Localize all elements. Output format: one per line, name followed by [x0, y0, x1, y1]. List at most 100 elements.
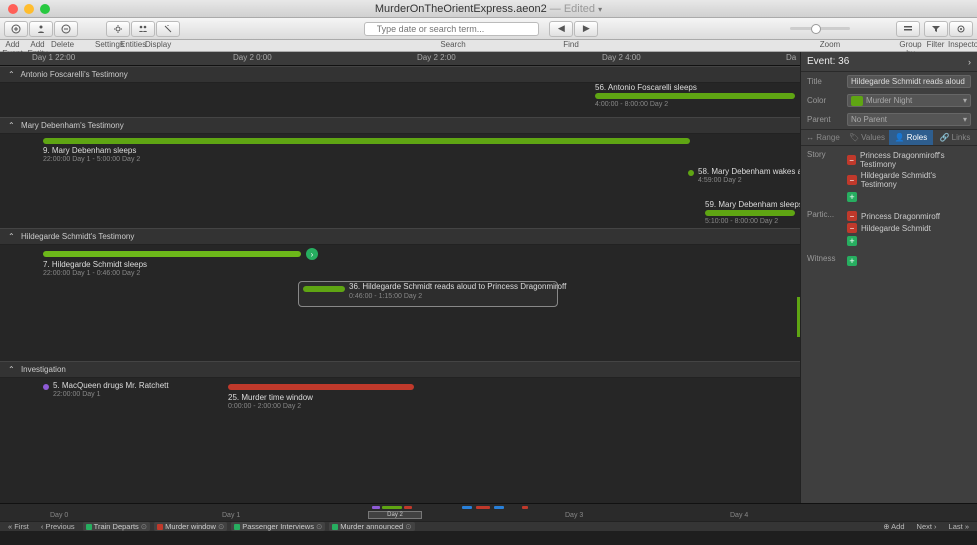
- track-header-hilde[interactable]: ⌃ Hildegarde Schmidt's Testimony: [0, 228, 800, 245]
- mini-timeline[interactable]: Day 2 Day 0 Day 1 Day 3 Day 4: [0, 503, 977, 521]
- prev-button[interactable]: ‹ Previous: [37, 522, 79, 531]
- event-time: 5:10:00 - 8:00:00 Day 2: [705, 218, 778, 225]
- track-header-antonio[interactable]: ⌃ Antonio Foscarelli's Testimony: [0, 66, 800, 83]
- chevron-right-icon[interactable]: ›: [968, 57, 971, 67]
- story-label: Story: [807, 150, 841, 199]
- track-body-antonio: 56. Antonio Foscarelli sleeps 4:00:00 - …: [0, 83, 800, 117]
- tab-range[interactable]: ↔Range: [801, 130, 845, 145]
- event-bar[interactable]: [705, 210, 795, 216]
- add-role-button[interactable]: +: [847, 256, 857, 266]
- chevron-down-icon: ⌃: [8, 232, 15, 241]
- group-by-button[interactable]: [896, 21, 920, 37]
- event-selected-box[interactable]: 36. Hildegarde Schmidt reads aloud to Pr…: [298, 281, 558, 307]
- event-time: 4:00:00 - 8:00:00 Day 2: [595, 101, 668, 108]
- role-section-story: Story −Princess Dragonmiroff's Testimony…: [801, 146, 977, 206]
- tab-links[interactable]: 🔗Links: [933, 130, 977, 145]
- track-header-investigation[interactable]: ⌃ Investigation: [0, 361, 800, 378]
- filter-button[interactable]: [924, 21, 948, 37]
- timeline-ruler: Day 1 22:00 Day 2 0:00 Day 2 2:00 Day 2 …: [0, 52, 800, 66]
- role-item[interactable]: −Hildegarde Schmidt's Testimony: [847, 170, 971, 190]
- role-section-witness: Witness +: [801, 250, 977, 270]
- participants-label: Partic...: [807, 210, 841, 243]
- parent-value: No Parent: [851, 115, 963, 124]
- track-body-hilde: › 7. Hildegarde Schmidt sleeps 22:00:00 …: [0, 245, 800, 361]
- search-box[interactable]: [364, 22, 540, 36]
- zoom-slider[interactable]: [790, 27, 850, 30]
- role-item[interactable]: −Hildegarde Schmidt: [847, 222, 971, 234]
- event-title: 59. Mary Debenham sleeps: [705, 200, 800, 209]
- delete-label: Delete: [50, 40, 75, 49]
- arrow-icon[interactable]: ›: [306, 248, 318, 260]
- timeline-view[interactable]: Day 1 22:00 Day 2 0:00 Day 2 2:00 Day 2 …: [0, 52, 800, 503]
- track-body-investigation: 5. MacQueen drugs Mr. Ratchett 22:00:00 …: [0, 378, 800, 503]
- event-bar[interactable]: [43, 251, 301, 257]
- role-item[interactable]: −Princess Dragonmiroff's Testimony: [847, 150, 971, 170]
- add-role-button[interactable]: +: [847, 236, 857, 246]
- remove-icon[interactable]: −: [847, 211, 857, 221]
- find-prev-button[interactable]: ◀: [549, 21, 573, 37]
- parent-select[interactable]: No Parent ▾: [847, 113, 971, 126]
- legend-item[interactable]: Murder window ⊙: [154, 522, 227, 531]
- tab-values[interactable]: 🏷Values: [845, 130, 889, 145]
- edited-indicator: — Edited: [550, 3, 595, 15]
- ruler-marker: Da: [786, 53, 796, 62]
- search-input[interactable]: [364, 22, 540, 36]
- mini-event: [476, 506, 490, 509]
- find-label: Find: [543, 40, 599, 49]
- mini-label: Day 1: [222, 512, 240, 519]
- title-input[interactable]: [847, 75, 971, 88]
- legend-item[interactable]: Train Departs ⊙: [83, 522, 150, 531]
- event-time: 22:00:00 Day 1 - 5:00:00 Day 2: [43, 156, 140, 163]
- legend-item[interactable]: Passenger Interviews ⊙: [231, 522, 325, 531]
- find-next-button[interactable]: ▶: [574, 21, 598, 37]
- track-title: Mary Debenham's Testimony: [21, 121, 124, 130]
- event-bar[interactable]: [228, 384, 414, 390]
- mini-event: [372, 506, 380, 509]
- role-item[interactable]: −Princess Dragonmiroff: [847, 210, 971, 222]
- mini-label: Day 4: [730, 512, 748, 519]
- event-dot[interactable]: [43, 384, 49, 390]
- event-bar[interactable]: [43, 138, 690, 144]
- mini-viewport[interactable]: Day 2: [368, 511, 422, 519]
- track-header-mary[interactable]: ⌃ Mary Debenham's Testimony: [0, 117, 800, 134]
- color-label: Color: [807, 96, 841, 105]
- chevron-down-icon: ▾: [963, 96, 967, 105]
- add-marker-button[interactable]: ⊕ Add: [879, 522, 908, 531]
- ruler-marker: Day 1 22:00: [32, 53, 75, 62]
- tab-roles[interactable]: 👤Roles: [889, 130, 933, 145]
- event-dot[interactable]: [688, 170, 694, 176]
- event-title: 9. Mary Debenham sleeps: [43, 146, 136, 155]
- add-event-button[interactable]: [4, 21, 28, 37]
- entities-button[interactable]: [131, 21, 155, 37]
- add-entity-button[interactable]: [29, 21, 53, 37]
- entities-label: Entities: [120, 40, 145, 49]
- edge-indicator: [797, 297, 800, 337]
- remove-icon[interactable]: −: [847, 155, 856, 165]
- legend-item[interactable]: Murder announced ⊙: [329, 522, 414, 531]
- inspector-button[interactable]: [949, 21, 973, 37]
- mini-event: [522, 506, 528, 509]
- add-role-button[interactable]: +: [847, 192, 857, 202]
- window-titlebar: MurderOnTheOrientExpress.aeon2 — Edited …: [0, 0, 977, 18]
- event-time: 4:59:00 Day 2: [698, 177, 742, 184]
- display-label: Display: [145, 40, 170, 49]
- delete-button[interactable]: [54, 21, 78, 37]
- window-title: MurderOnTheOrientExpress.aeon2 — Edited …: [0, 3, 977, 15]
- next-button[interactable]: Next ›: [913, 522, 941, 531]
- remove-icon[interactable]: −: [847, 223, 857, 233]
- track-title: Antonio Foscarelli's Testimony: [20, 70, 127, 79]
- color-select[interactable]: Murder Night ▾: [847, 94, 971, 107]
- role-section-participants: Partic... −Princess Dragonmiroff −Hildeg…: [801, 206, 977, 250]
- event-bar[interactable]: [595, 93, 795, 99]
- mini-event: [404, 506, 412, 509]
- remove-icon[interactable]: −: [847, 175, 857, 185]
- last-button[interactable]: Last »: [945, 522, 973, 531]
- display-button[interactable]: [156, 21, 180, 37]
- inspector-panel: Event: 36 › Title Color Murder Night ▾ P…: [800, 52, 977, 503]
- toolbar-labels: Add Event Add Entity Delete Settings Ent…: [0, 40, 977, 52]
- inspector-title: Event: 36: [807, 56, 849, 67]
- event-time: 22:00:00 Day 1: [53, 391, 100, 398]
- event-bar[interactable]: [303, 286, 345, 292]
- first-button[interactable]: « First: [4, 522, 33, 531]
- settings-button[interactable]: [106, 21, 130, 37]
